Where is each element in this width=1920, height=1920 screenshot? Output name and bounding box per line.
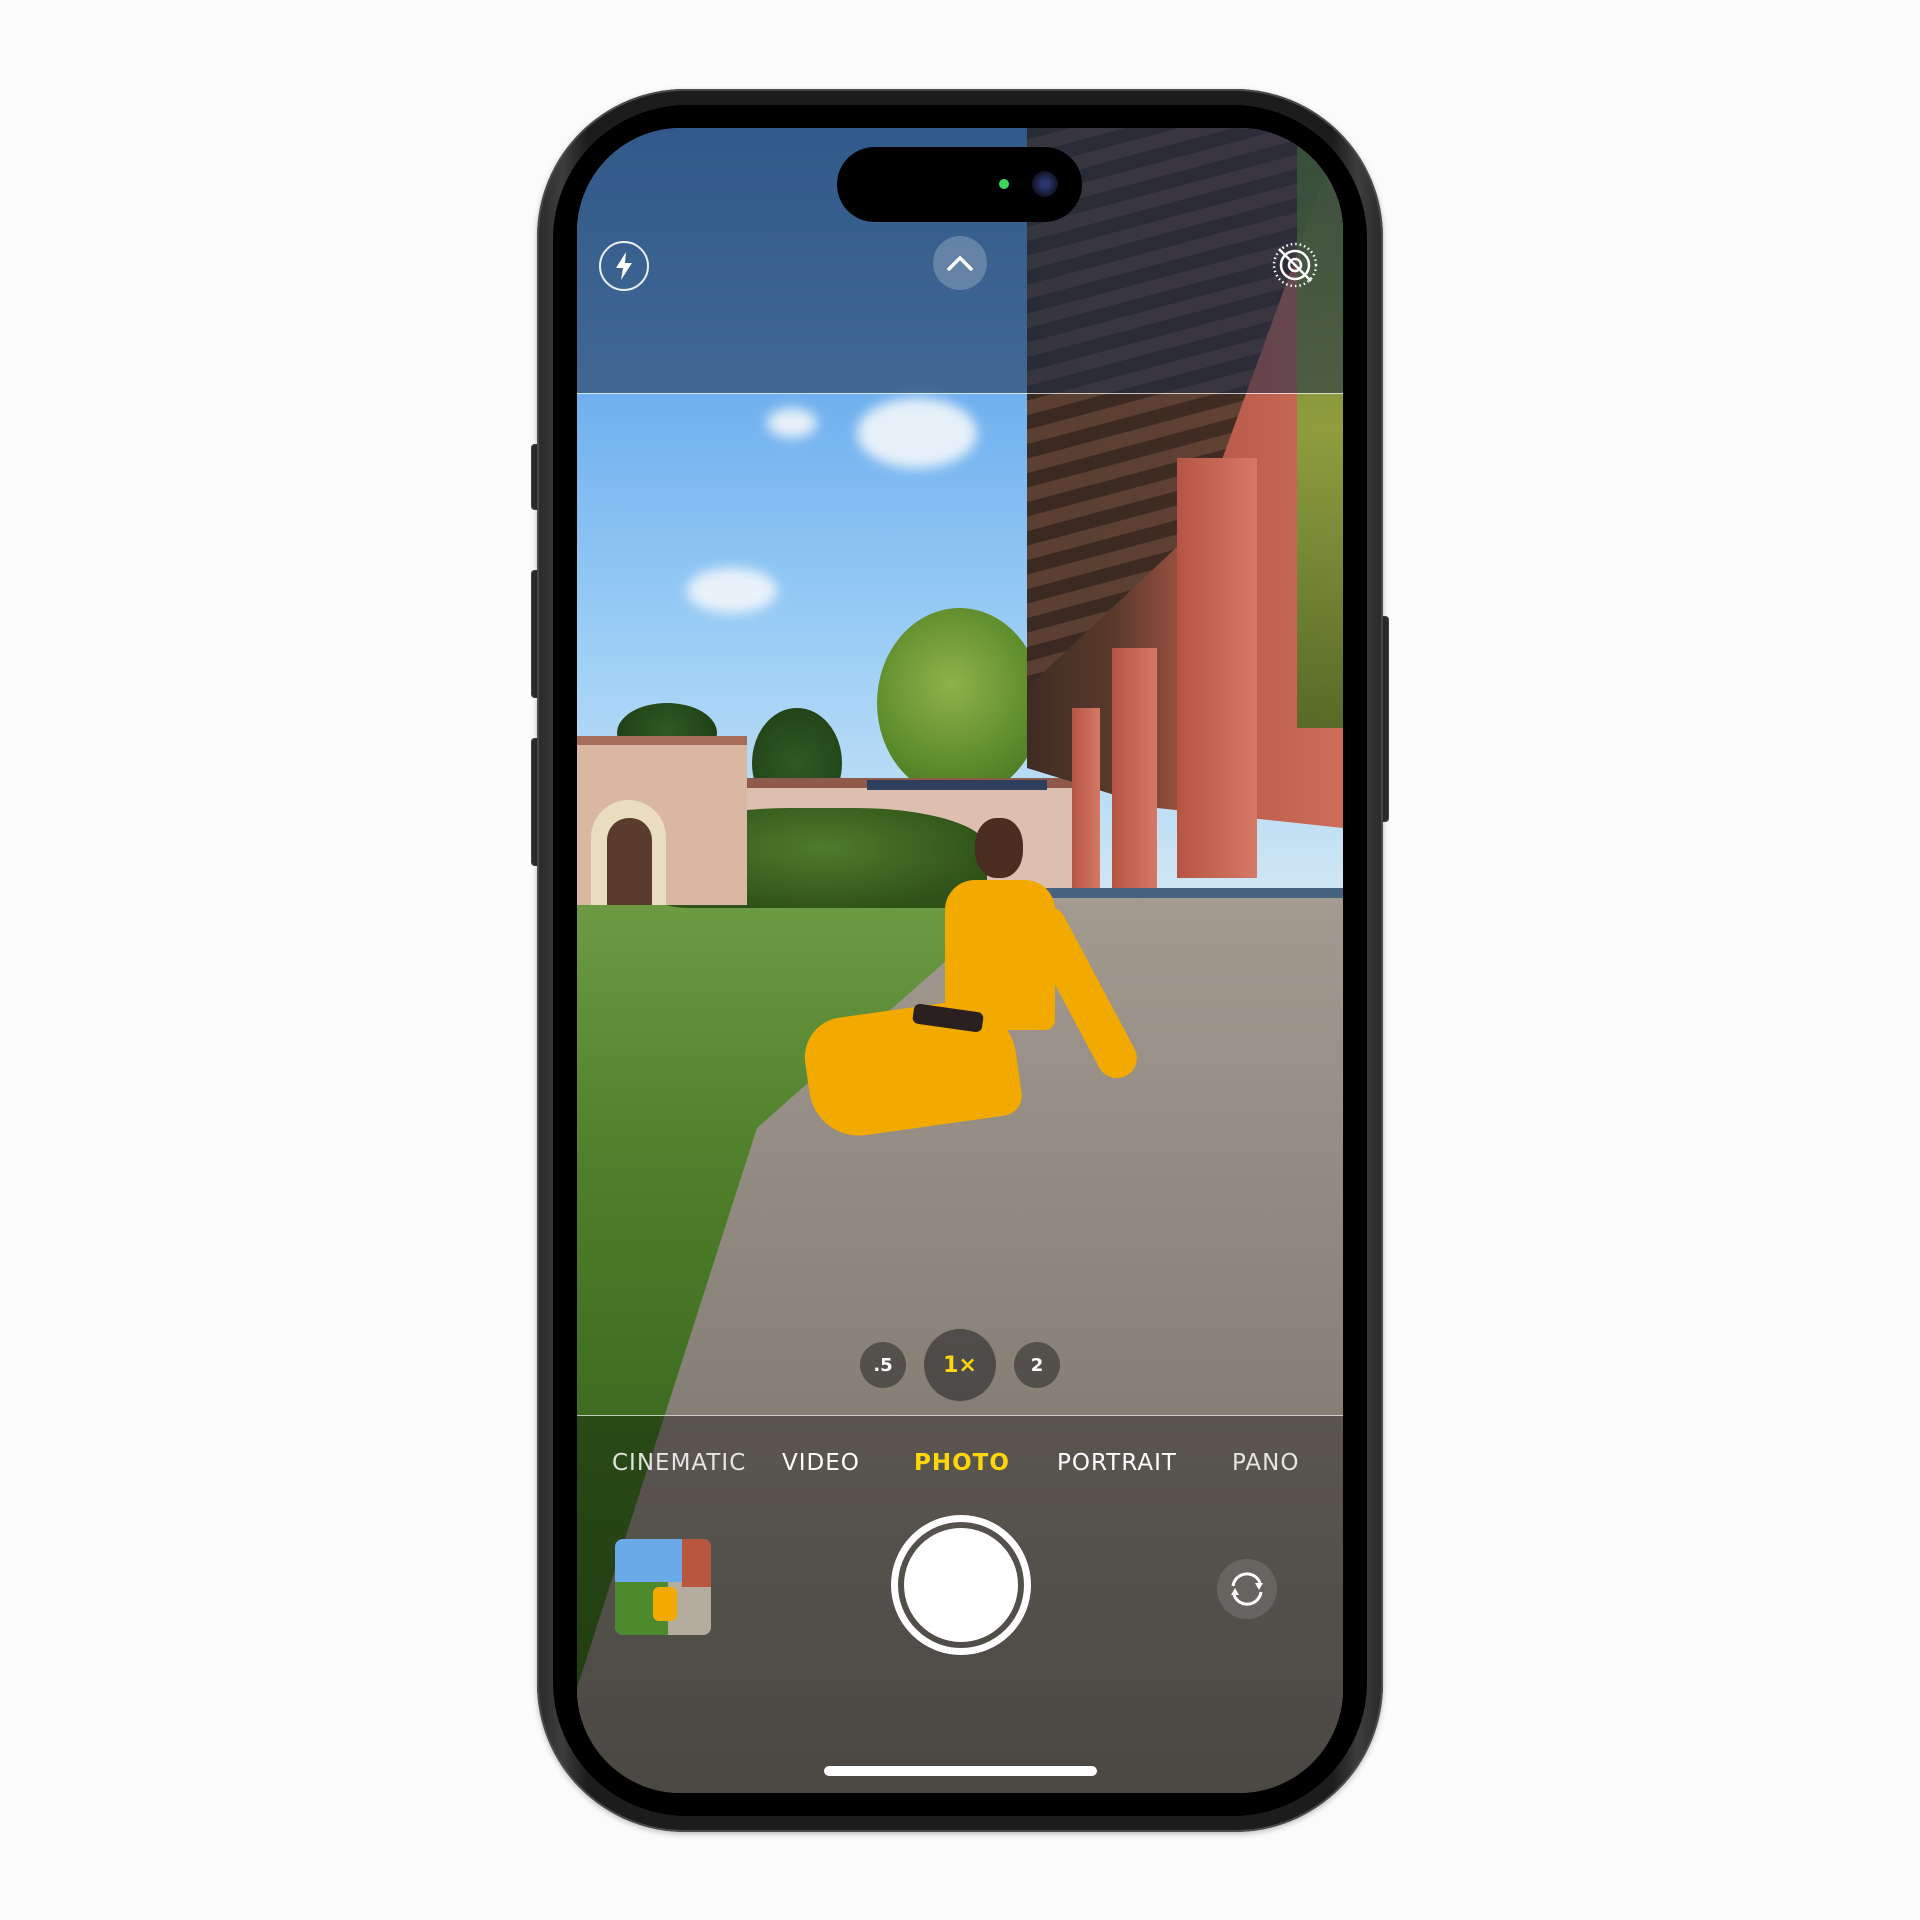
scene-cloud xyxy=(857,398,977,468)
shutter-button-inner xyxy=(904,1528,1018,1642)
scene-solar-panels xyxy=(867,780,1047,790)
home-indicator[interactable] xyxy=(824,1766,1097,1776)
zoom-2x-button[interactable]: 2 xyxy=(1014,1342,1060,1388)
flash-button[interactable] xyxy=(599,241,649,291)
camera-mode-selector: CINEMATIC VIDEO PHOTO PORTRAIT PANO xyxy=(577,1450,1343,1490)
mode-portrait[interactable]: PORTRAIT xyxy=(1057,1450,1177,1476)
mode-pano[interactable]: PANO xyxy=(1232,1450,1299,1476)
live-photo-button[interactable] xyxy=(1271,241,1319,289)
scene-tree xyxy=(877,608,1042,798)
scene-person-head xyxy=(975,818,1023,878)
scene-cloud xyxy=(767,408,817,438)
zoom-0.5x-button[interactable]: .5 xyxy=(860,1342,906,1388)
zoom-1x-button[interactable]: 1× xyxy=(924,1329,996,1401)
thumbnail-person xyxy=(653,1587,678,1621)
live-photo-off-icon xyxy=(1272,242,1318,288)
last-photo-thumbnail[interactable] xyxy=(615,1539,711,1635)
flip-camera-button[interactable] xyxy=(1217,1559,1277,1619)
scene-column xyxy=(1177,458,1257,878)
scene-cloud xyxy=(687,568,777,613)
flash-icon xyxy=(616,252,632,280)
camera-in-use-indicator-icon xyxy=(999,179,1009,189)
scene-archway xyxy=(607,818,652,905)
shutter-button[interactable] xyxy=(891,1515,1031,1655)
thumbnail-portico xyxy=(682,1539,711,1587)
camera-flip-icon xyxy=(1231,1572,1263,1606)
chevron-up-icon xyxy=(947,256,973,271)
mode-photo[interactable]: PHOTO xyxy=(914,1450,1010,1476)
frame-top-edge xyxy=(577,393,1343,394)
expand-controls-button[interactable] xyxy=(933,236,987,290)
front-camera-lens-icon xyxy=(1032,171,1058,197)
scene-column xyxy=(1072,708,1100,888)
camera-screen: .5 1× 2 CINEMATIC VIDEO PHOTO PORTRAIT P… xyxy=(577,128,1343,1793)
scene-column xyxy=(1112,648,1157,888)
zoom-selector: .5 1× 2 xyxy=(577,1324,1343,1404)
frame-bottom-edge xyxy=(577,1415,1343,1416)
mode-cinematic[interactable]: CINEMATIC xyxy=(612,1450,746,1476)
mode-video[interactable]: VIDEO xyxy=(782,1450,860,1476)
dynamic-island xyxy=(837,147,1082,222)
